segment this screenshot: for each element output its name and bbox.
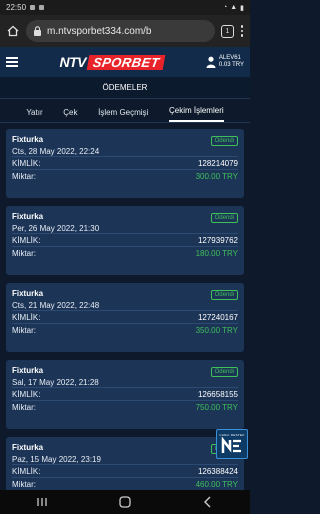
tab-history[interactable]: İşlem Geçmişi — [98, 108, 148, 122]
live-support-button[interactable]: CANLI DESTEK — [216, 429, 248, 459]
logo-sporbet: SPORBET — [86, 54, 166, 70]
transaction-card[interactable]: Fixturka Per, 26 May 2022, 21:30 Ödendi … — [6, 206, 244, 275]
transaction-method: Fixturka — [12, 135, 44, 144]
transaction-id: 127939762 — [197, 235, 238, 245]
system-nav-bar — [0, 490, 250, 514]
transaction-method: Fixturka — [12, 212, 44, 221]
ntv-logo-icon — [221, 437, 241, 453]
transaction-amount: 750.00 TRY — [195, 402, 238, 412]
amount-label: Miktar: — [12, 171, 36, 181]
logo-ntv: NTV — [59, 54, 87, 70]
id-label: KİMLİK: — [12, 389, 41, 399]
transaction-amount: 460.00 TRY — [195, 479, 238, 489]
status-badge: Ödendi — [210, 213, 238, 223]
id-label: KİMLİK: — [12, 158, 41, 168]
site-logo[interactable]: NTV SPORBET — [18, 54, 206, 70]
browser-toolbar: m.ntvsporbet334.com/b 1 — [0, 15, 250, 47]
tab-switcher-button[interactable]: 1 — [221, 24, 234, 38]
tab-withdrawals[interactable]: Çekim İşlemleri — [168, 106, 224, 122]
address-bar[interactable]: m.ntvsporbet334.com/b — [26, 20, 215, 42]
user-icon — [206, 56, 216, 68]
transaction-amount: 350.00 TRY — [195, 325, 238, 335]
transaction-date: Sal, 17 May 2022, 21:28 — [12, 378, 99, 387]
recent-apps-icon[interactable] — [34, 495, 50, 509]
transaction-amount: 180.00 TRY — [195, 248, 238, 258]
url-text: m.ntvsporbet334.com/b — [47, 25, 152, 37]
notification-icon — [30, 5, 36, 10]
tab-deposit[interactable]: Yatır — [26, 108, 42, 122]
home-icon[interactable] — [6, 24, 20, 38]
transaction-list: Fixturka Cts, 28 May 2022, 22:24 Ödendi … — [0, 123, 250, 506]
user-name: ALEV61 — [218, 55, 241, 61]
more-options-icon[interactable] — [240, 25, 244, 37]
status-time: 22:50 — [6, 3, 27, 12]
user-balance: 0.03 TRY — [218, 62, 244, 68]
status-badge: Ödendi — [210, 136, 238, 146]
transaction-date: Cts, 21 May 2022, 22:48 — [12, 301, 100, 310]
wifi-icon: ◔ — [222, 4, 228, 11]
battery-icon: ▮ — [240, 4, 244, 12]
id-label: KİMLİK: — [12, 312, 41, 322]
tab-withdraw[interactable]: Çek — [63, 108, 77, 122]
transaction-id: 127240167 — [197, 312, 238, 322]
menu-icon[interactable] — [6, 57, 18, 67]
transaction-date: Cts, 28 May 2022, 22:24 — [12, 147, 100, 156]
transaction-date: Paz, 15 May 2022, 23:19 — [12, 455, 101, 464]
transaction-card[interactable]: Fixturka Sal, 17 May 2022, 21:28 Ödendi … — [6, 360, 244, 429]
transaction-id: 126658155 — [197, 389, 238, 399]
transaction-id: 128214079 — [197, 158, 238, 168]
signal-icon: ▲ — [230, 4, 238, 11]
status-bar: 22:50 ◔ ▲ ▮ — [0, 0, 250, 15]
transaction-amount: 300.00 TRY — [195, 171, 238, 181]
home-button-icon[interactable] — [117, 495, 133, 509]
transaction-date: Per, 26 May 2022, 21:30 — [12, 224, 100, 233]
payment-tabs: Yatır Çek İşlem Geçmişi Çekim İşlemleri — [0, 101, 250, 123]
transaction-id: 126388424 — [197, 466, 238, 476]
lock-icon — [34, 26, 41, 36]
transaction-method: Fixturka — [12, 366, 44, 375]
site-header: NTV SPORBET ALEV61 0.03 TRY — [0, 47, 250, 77]
page-title: ÖDEMELER — [0, 77, 250, 99]
id-label: KİMLİK: — [12, 235, 41, 245]
transaction-card[interactable]: Fixturka Cts, 28 May 2022, 22:24 Ödendi … — [6, 129, 244, 198]
amount-label: Miktar: — [12, 402, 36, 412]
transaction-card[interactable]: Fixturka Cts, 21 May 2022, 22:48 Ödendi … — [6, 283, 244, 352]
transaction-method: Fixturka — [12, 289, 44, 298]
amount-label: Miktar: — [12, 325, 36, 335]
back-icon[interactable] — [200, 495, 216, 509]
status-badge: Ödendi — [210, 367, 238, 377]
status-badge: Ödendi — [210, 290, 238, 300]
transaction-method: Fixturka — [12, 443, 44, 452]
id-label: KİMLİK: — [12, 466, 41, 476]
amount-label: Miktar: — [12, 479, 36, 489]
amount-label: Miktar: — [12, 248, 36, 258]
user-account[interactable]: ALEV61 0.03 TRY — [206, 55, 244, 69]
notification-icon — [39, 5, 45, 10]
